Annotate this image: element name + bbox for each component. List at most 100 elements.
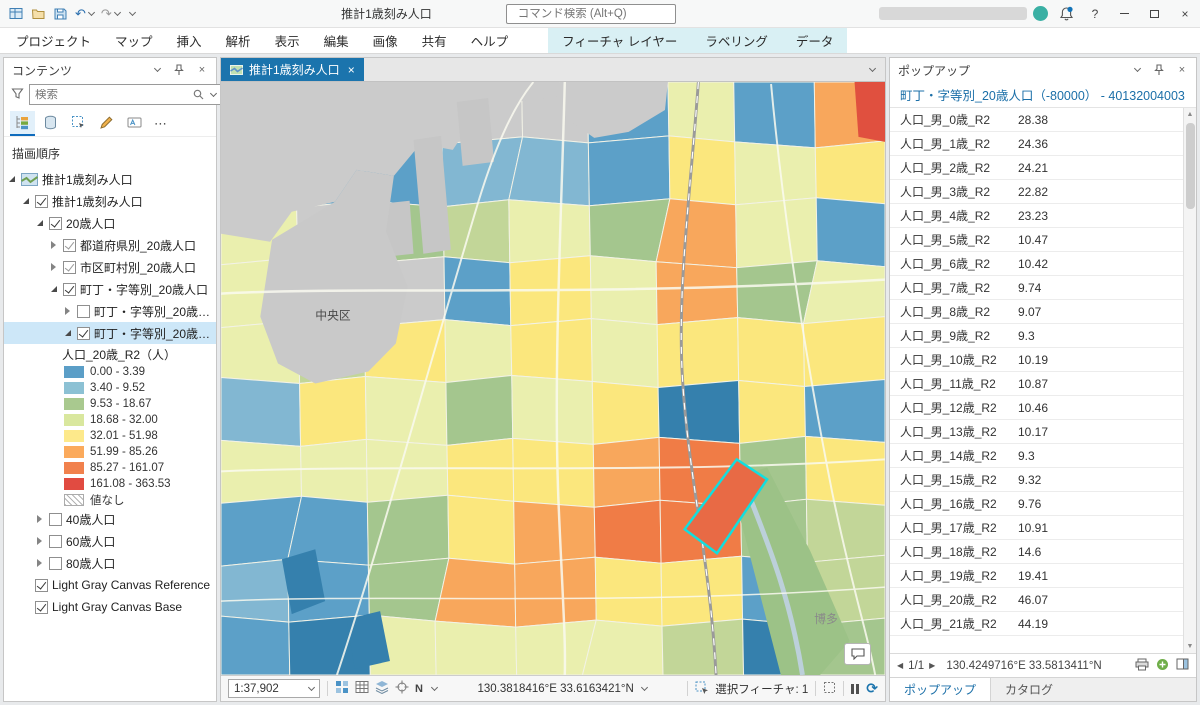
pane-menu-icon[interactable] [148, 62, 164, 78]
contextual-ribbon-tab[interactable]: フィーチャ レイヤー [548, 28, 691, 53]
attribute-row[interactable]: 人口_男_16歳_R2 9.76 [890, 492, 1183, 516]
help-button[interactable]: ? [1080, 0, 1110, 28]
tree-item-map-root[interactable]: 推計1歳刻み人口 [4, 168, 216, 190]
attribute-row[interactable]: 人口_男_7歳_R2 9.74 [890, 276, 1183, 300]
tree-item-layer-40[interactable]: 40歳人口 [4, 508, 216, 530]
save-project-icon[interactable] [50, 3, 71, 25]
filter-icon[interactable] [11, 87, 24, 103]
attribute-row[interactable]: 人口_男_11歳_R2 10.87 [890, 372, 1183, 396]
scale-dropdown-icon[interactable] [308, 683, 315, 690]
refresh-map-button[interactable]: ⟳ [866, 680, 878, 697]
undo-dropdown-icon[interactable] [88, 8, 95, 15]
tree-item-town-sub1[interactable]: 町丁・字等別_20歳人口... [4, 300, 216, 322]
attribute-row[interactable]: 人口_男_18歳_R2 14.6 [890, 540, 1183, 564]
pause-drawing-button[interactable] [851, 684, 859, 694]
cursor-coordinates[interactable]: 130.3818416°E 33.6163421°N [477, 683, 646, 695]
north-arrow-icon[interactable]: N [415, 683, 423, 695]
selection-box-icon[interactable] [823, 681, 836, 697]
tree-item-basemap-base[interactable]: Light Gray Canvas Base [4, 596, 216, 618]
expander-icon[interactable] [48, 263, 59, 271]
layer-checkbox[interactable] [49, 535, 62, 548]
map-view-tab[interactable]: 推計1歳刻み人口 × [221, 58, 364, 81]
layer-checkbox[interactable] [49, 557, 62, 570]
layer-checkbox[interactable] [77, 327, 90, 340]
map-svg[interactable]: 中央区 博多 [221, 82, 885, 675]
customize-qat-dropdown[interactable] [124, 3, 138, 25]
previous-feature-icon[interactable]: ◀ [897, 661, 903, 670]
tree-item-layer-20[interactable]: 20歳人口 [4, 212, 216, 234]
search-dropdown-icon[interactable] [210, 89, 217, 96]
tab-popup[interactable]: ポップアップ [890, 678, 991, 701]
close-pane-icon[interactable]: × [1174, 62, 1190, 78]
dock-popup-icon[interactable] [1176, 658, 1189, 673]
new-project-icon[interactable] [6, 3, 27, 25]
scroll-down-icon[interactable]: ▼ [1187, 640, 1194, 653]
undo-button[interactable]: ↶ [72, 3, 97, 25]
attribute-row[interactable]: 人口_男_0歳_R2 28.38 [890, 108, 1183, 132]
zoom-to-feature-icon[interactable] [1156, 658, 1169, 674]
tab-catalog[interactable]: カタログ [991, 678, 1067, 701]
view-tab-list-dropdown[interactable] [857, 58, 885, 81]
map-comment-button[interactable] [844, 643, 871, 665]
list-by-drawing-order-button[interactable] [10, 111, 35, 136]
attribute-row[interactable]: 人口_男_4歳_R2 23.23 [890, 204, 1183, 228]
pane-menu-icon[interactable] [1128, 62, 1144, 78]
ribbon-tab[interactable]: 挿入 [165, 28, 214, 53]
explore-grid-icon[interactable] [335, 680, 349, 697]
tree-item-pref-layer[interactable]: 都道府県別_20歳人口 [4, 234, 216, 256]
ribbon-tab[interactable]: 編集 [312, 28, 361, 53]
expander-icon[interactable] [48, 241, 59, 249]
next-feature-icon[interactable]: ▶ [929, 661, 935, 670]
scrollbar-thumb[interactable] [1186, 123, 1195, 209]
layer-checkbox[interactable] [63, 261, 76, 274]
avatar[interactable] [1033, 6, 1048, 21]
attribute-row[interactable]: 人口_男_15歳_R2 9.32 [890, 468, 1183, 492]
tree-item-group-layer[interactable]: 推計1歳刻み人口 [4, 190, 216, 212]
ribbon-tab[interactable]: ヘルプ [459, 28, 521, 53]
ribbon-tab[interactable]: マップ [103, 28, 165, 53]
ribbon-tab[interactable]: 解析 [214, 28, 263, 53]
tree-item-basemap-reference[interactable]: Light Gray Canvas Reference [4, 574, 216, 596]
layer-checkbox[interactable] [63, 283, 76, 296]
minimize-button[interactable] [1110, 0, 1140, 28]
expander-icon[interactable] [34, 537, 45, 545]
open-project-icon[interactable] [28, 3, 49, 25]
layer-checkbox[interactable] [77, 305, 90, 318]
command-search[interactable] [506, 4, 676, 24]
tree-item-town-group[interactable]: 町丁・字等別_20歳人口 [4, 278, 216, 300]
expander-icon[interactable] [34, 220, 45, 226]
attribute-row[interactable]: 人口_男_12歳_R2 10.46 [890, 396, 1183, 420]
popup-feature-title[interactable]: 町丁・字等別_20歳人口（-80000） - 40132004003 [890, 82, 1196, 108]
attribute-row[interactable]: 人口_男_9歳_R2 9.3 [890, 324, 1183, 348]
tree-item-layer-80[interactable]: 80歳人口 [4, 552, 216, 574]
list-by-editing-button[interactable] [94, 111, 119, 136]
ribbon-tab[interactable]: プロジェクト [4, 28, 103, 53]
attribute-row[interactable]: 人口_男_8歳_R2 9.07 [890, 300, 1183, 324]
close-button[interactable]: × [1170, 0, 1200, 28]
print-icon[interactable] [1135, 658, 1149, 674]
expander-icon[interactable] [62, 307, 73, 315]
selected-features-count[interactable]: 選択フィーチャ: 1 [715, 681, 808, 697]
basemap-layers-icon[interactable] [375, 680, 389, 697]
attribute-row[interactable]: 人口_男_13歳_R2 10.17 [890, 420, 1183, 444]
popup-scrollbar[interactable]: ▲ ▼ [1183, 108, 1196, 653]
expander-icon[interactable] [6, 176, 17, 182]
snapping-crosshair-icon[interactable] [395, 680, 409, 697]
tree-item-town-sub2[interactable]: 町丁・字等別_20歳人口... [4, 322, 216, 344]
tree-item-layer-60[interactable]: 60歳人口 [4, 530, 216, 552]
attribute-table-icon[interactable] [355, 680, 369, 697]
layer-checkbox[interactable] [35, 579, 48, 592]
attribute-row[interactable]: 人口_男_10歳_R2 10.19 [890, 348, 1183, 372]
pin-icon[interactable] [1151, 62, 1167, 78]
expander-icon[interactable] [34, 559, 45, 567]
command-search-input[interactable] [518, 8, 672, 20]
ribbon-tab[interactable]: 共有 [410, 28, 459, 53]
ribbon-tab[interactable]: 表示 [263, 28, 312, 53]
list-by-labeling-button[interactable] [122, 111, 147, 136]
layer-checkbox[interactable] [63, 239, 76, 252]
list-by-data-source-button[interactable] [38, 111, 63, 136]
attribute-row[interactable]: 人口_男_6歳_R2 10.42 [890, 252, 1183, 276]
close-view-icon[interactable]: × [348, 63, 355, 77]
contextual-ribbon-tab[interactable]: データ [782, 28, 848, 53]
attribute-row[interactable]: 人口_男_19歳_R2 19.41 [890, 564, 1183, 588]
